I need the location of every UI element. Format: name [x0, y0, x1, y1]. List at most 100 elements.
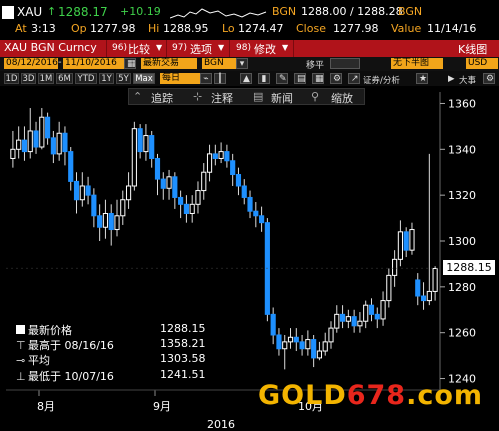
candle-chart-icon[interactable]: ┃	[214, 73, 226, 84]
annotate-button[interactable]: 注释	[211, 90, 233, 106]
gear-icon[interactable]: ⚙	[483, 73, 495, 84]
trend-button[interactable]: 追踪	[151, 90, 173, 106]
range-5y[interactable]: 5Y	[116, 73, 131, 84]
move-select[interactable]	[330, 58, 360, 69]
mountain-chart-icon[interactable]: ▲	[240, 73, 252, 84]
source-field[interactable]: BGN	[202, 58, 236, 69]
analysis-label[interactable]: 证券/分析	[363, 74, 400, 86]
candle-body	[270, 313, 276, 336]
candle-body	[154, 157, 161, 180]
security-name[interactable]: XAU BGN Curncy	[4, 41, 97, 54]
range-1y[interactable]: 1Y	[99, 73, 114, 84]
range-ytd[interactable]: YTD	[75, 73, 97, 84]
candle-body	[120, 199, 126, 217]
frequency-select[interactable]: 每日	[160, 73, 200, 84]
bar-chart-icon[interactable]: ▮	[258, 73, 270, 84]
candle-body	[166, 176, 172, 189]
line-chart-icon[interactable]: ⌁	[200, 73, 212, 84]
candle-body	[224, 151, 230, 162]
high-value: 1288.95	[163, 22, 209, 35]
candle-body	[97, 215, 103, 228]
candle-body	[351, 316, 357, 327]
chart-toolbar: ⌃ 追踪 ⊹ 注释 ▤ 新闻 ⚲ 缩放	[128, 88, 365, 105]
chevron-down-icon[interactable]: ▾	[236, 58, 248, 69]
at-time: 3:13	[31, 22, 56, 35]
magnifier-icon[interactable]: ⚲	[311, 90, 319, 103]
options-menu[interactable]: 选项	[190, 41, 212, 57]
calendar-icon[interactable]: ▦	[124, 58, 136, 69]
grid-icon[interactable]: ▤	[294, 73, 306, 84]
chart-type-label[interactable]: K线图	[458, 41, 487, 57]
candle-body	[125, 185, 132, 201]
candle-body	[253, 210, 259, 217]
legend-last-row[interactable]: 最新价格	[16, 322, 72, 338]
chart-legend: 最新价格 1288.15 ⊤ 最高于 08/16/16 1358.21 ⊸ 平均 1…	[10, 320, 210, 388]
table-icon[interactable]: ▦	[312, 73, 324, 84]
candle-body	[276, 334, 282, 350]
year-label: 2016	[207, 418, 235, 431]
candle-body	[380, 300, 386, 320]
period-select[interactable]: 最新交易	[141, 58, 197, 69]
average-marker-icon: ⊸	[16, 354, 26, 367]
legend-low-label: 最低于 10/07/16	[28, 370, 114, 383]
star-icon[interactable]: ★	[416, 73, 428, 84]
y-tick-label: 1300	[448, 235, 476, 248]
settings-icon[interactable]: ⚙	[330, 73, 342, 84]
candle-body	[397, 231, 403, 260]
range-1d[interactable]: 1D	[4, 73, 19, 84]
y-tick-label: 1340	[448, 143, 476, 156]
options-num: 97)	[172, 43, 187, 53]
date-from-field[interactable]: 08/12/2016	[4, 58, 58, 69]
candle-body	[91, 194, 97, 217]
news-icon[interactable]: ▤	[253, 90, 263, 103]
legend-last-value: 1288.15	[160, 322, 206, 335]
candle-body	[68, 151, 74, 182]
candle-body	[264, 222, 270, 315]
events-label[interactable]: 大事	[459, 74, 476, 86]
candle-body	[149, 135, 155, 159]
range-max[interactable]: Max	[133, 73, 155, 84]
candle-body	[409, 229, 415, 251]
highlow-select[interactable]: 无下半图	[391, 58, 443, 69]
range-1m[interactable]: 1M	[38, 73, 54, 84]
candle-body	[189, 203, 195, 214]
range-6m[interactable]: 6M	[56, 73, 73, 84]
move-label: 移平	[306, 61, 325, 71]
security-checkbox[interactable]	[2, 6, 14, 19]
pen-icon[interactable]: ✎	[276, 73, 288, 84]
candle-body	[45, 116, 51, 139]
legend-last-label: 最新价格	[28, 324, 72, 337]
range-3d[interactable]: 3D	[21, 73, 36, 84]
candle-body	[206, 153, 213, 173]
y-tick-label: 1280	[448, 281, 476, 294]
candle-body	[334, 313, 340, 329]
annotate-icon[interactable]: ⊹	[193, 90, 202, 103]
edit-menu[interactable]: 修改	[254, 41, 276, 57]
ticker-symbol: XAU	[17, 5, 43, 19]
chevron-down-icon[interactable]: ▼	[218, 43, 224, 52]
trend-icon[interactable]: ↗	[348, 73, 360, 84]
candle-body	[27, 130, 33, 153]
compare-menu[interactable]: 比较	[128, 41, 150, 57]
chevron-down-icon[interactable]: ▼	[282, 43, 288, 52]
candle-body	[33, 130, 39, 148]
legend-high-row[interactable]: ⊤ 最高于 08/16/16	[16, 337, 114, 353]
arrow-icon[interactable]: ▶	[448, 74, 455, 84]
value-date: 11/14/16	[427, 22, 477, 35]
legend-high-label: 最高于 08/16/16	[28, 339, 114, 352]
chevron-down-icon[interactable]: ▼	[156, 43, 162, 52]
legend-avg-row[interactable]: ⊸ 平均	[16, 352, 50, 368]
candle-body	[322, 341, 328, 352]
sparkline-icon	[170, 8, 267, 19]
candle-body	[363, 304, 369, 322]
high-marker-icon: ⊤	[16, 339, 26, 352]
y-tick-label: 1260	[448, 327, 476, 340]
trend-icon[interactable]: ⌃	[133, 90, 142, 103]
currency-field[interactable]: USD	[466, 58, 498, 69]
date-to-field[interactable]: 11/10/2016	[63, 58, 125, 69]
legend-low-row[interactable]: ⊥ 最低于 10/07/16	[16, 368, 114, 384]
candle-body	[374, 313, 380, 320]
zoom-button[interactable]: 缩放	[331, 90, 353, 106]
news-button[interactable]: 新闻	[271, 90, 293, 106]
candle-body	[241, 185, 247, 198]
